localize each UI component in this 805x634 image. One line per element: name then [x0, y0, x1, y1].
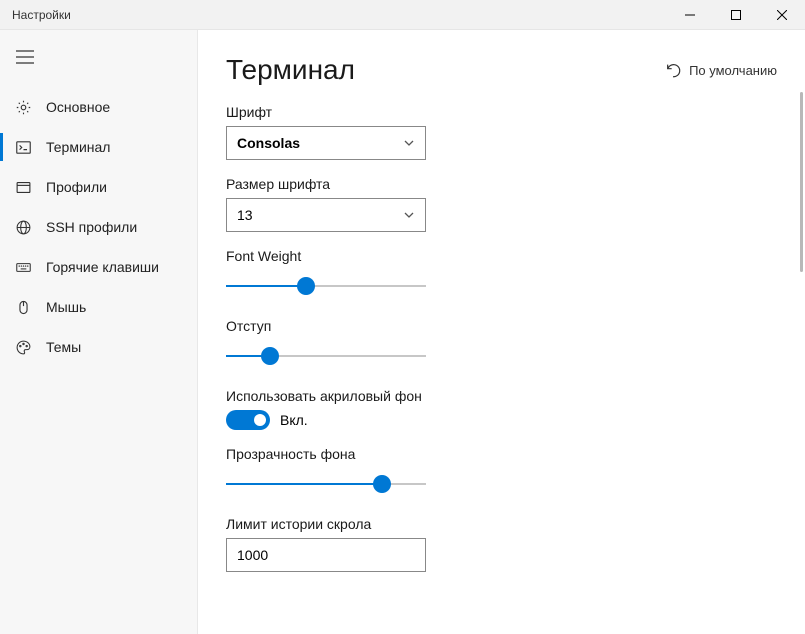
- field-label: Font Weight: [226, 248, 777, 264]
- field-font-weight: Font Weight: [226, 248, 777, 302]
- settings-body: Шрифт Consolas Размер шрифта 13 Font Wei…: [198, 92, 805, 598]
- profiles-icon: [14, 178, 32, 196]
- sidebar-item-terminal[interactable]: Терминал: [0, 127, 197, 167]
- maximize-button[interactable]: [713, 0, 759, 29]
- acrylic-toggle[interactable]: [226, 410, 270, 430]
- field-label: Использовать акриловый фон: [226, 388, 777, 404]
- sidebar-item-mouse[interactable]: Мышь: [0, 287, 197, 327]
- window-title: Настройки: [0, 8, 71, 22]
- sidebar-item-profiles[interactable]: Профили: [0, 167, 197, 207]
- sidebar-item-themes[interactable]: Темы: [0, 327, 197, 367]
- field-scroll-limit: Лимит истории скрола: [226, 516, 777, 572]
- sidebar-item-label: Терминал: [46, 139, 110, 155]
- gear-icon: [14, 98, 32, 116]
- titlebar: Настройки: [0, 0, 805, 30]
- scroll-limit-input[interactable]: [226, 538, 426, 572]
- reset-default-button[interactable]: По умолчанию: [665, 62, 777, 78]
- reset-default-label: По умолчанию: [689, 63, 777, 78]
- font-size-select[interactable]: 13: [226, 198, 426, 232]
- field-padding: Отступ: [226, 318, 777, 372]
- field-opacity: Прозрачность фона: [226, 446, 777, 500]
- toggle-state-label: Вкл.: [280, 412, 308, 428]
- toggle-knob: [254, 414, 266, 426]
- sidebar-item-label: Профили: [46, 179, 107, 195]
- field-acrylic: Использовать акриловый фон Вкл.: [226, 388, 777, 430]
- main: Основное Терминал Профили SSH профили: [0, 30, 805, 634]
- field-label: Лимит истории скрола: [226, 516, 777, 532]
- font-select[interactable]: Consolas: [226, 126, 426, 160]
- globe-icon: [14, 218, 32, 236]
- hamburger-button[interactable]: [0, 42, 197, 81]
- mouse-icon: [14, 298, 32, 316]
- sidebar-item-general[interactable]: Основное: [0, 87, 197, 127]
- content-header: Терминал По умолчанию: [198, 30, 805, 92]
- keyboard-icon: [14, 258, 32, 276]
- field-label: Шрифт: [226, 104, 777, 120]
- opacity-slider[interactable]: [226, 468, 426, 500]
- scrollbar-thumb[interactable]: [800, 92, 803, 272]
- close-button[interactable]: [759, 0, 805, 29]
- select-value: 13: [237, 207, 253, 223]
- field-label: Размер шрифта: [226, 176, 777, 192]
- sidebar-item-label: SSH профили: [46, 219, 137, 235]
- sidebar-item-label: Горячие клавиши: [46, 259, 159, 275]
- sidebar: Основное Терминал Профили SSH профили: [0, 30, 198, 634]
- content: Терминал По умолчанию Шрифт Consolas Раз…: [198, 30, 805, 634]
- minimize-icon: [685, 10, 695, 20]
- vertical-scrollbar[interactable]: [797, 92, 805, 634]
- padding-slider[interactable]: [226, 340, 426, 372]
- chevron-down-icon: [403, 209, 415, 221]
- nav-list: Основное Терминал Профили SSH профили: [0, 87, 197, 367]
- field-label: Прозрачность фона: [226, 446, 777, 462]
- close-icon: [777, 10, 787, 20]
- undo-icon: [665, 62, 681, 78]
- sidebar-item-hotkeys[interactable]: Горячие клавиши: [0, 247, 197, 287]
- hamburger-icon: [16, 50, 34, 64]
- minimize-button[interactable]: [667, 0, 713, 29]
- field-font-size: Размер шрифта 13: [226, 176, 777, 232]
- sidebar-item-label: Основное: [46, 99, 110, 115]
- field-label: Отступ: [226, 318, 777, 334]
- page-title: Терминал: [226, 54, 355, 86]
- window-controls: [667, 0, 805, 29]
- font-weight-slider[interactable]: [226, 270, 426, 302]
- sidebar-item-ssh-profiles[interactable]: SSH профили: [0, 207, 197, 247]
- sidebar-item-label: Темы: [46, 339, 81, 355]
- palette-icon: [14, 338, 32, 356]
- select-value: Consolas: [237, 135, 300, 151]
- field-font: Шрифт Consolas: [226, 104, 777, 160]
- terminal-icon: [14, 138, 32, 156]
- chevron-down-icon: [403, 137, 415, 149]
- sidebar-item-label: Мышь: [46, 299, 86, 315]
- maximize-icon: [731, 10, 741, 20]
